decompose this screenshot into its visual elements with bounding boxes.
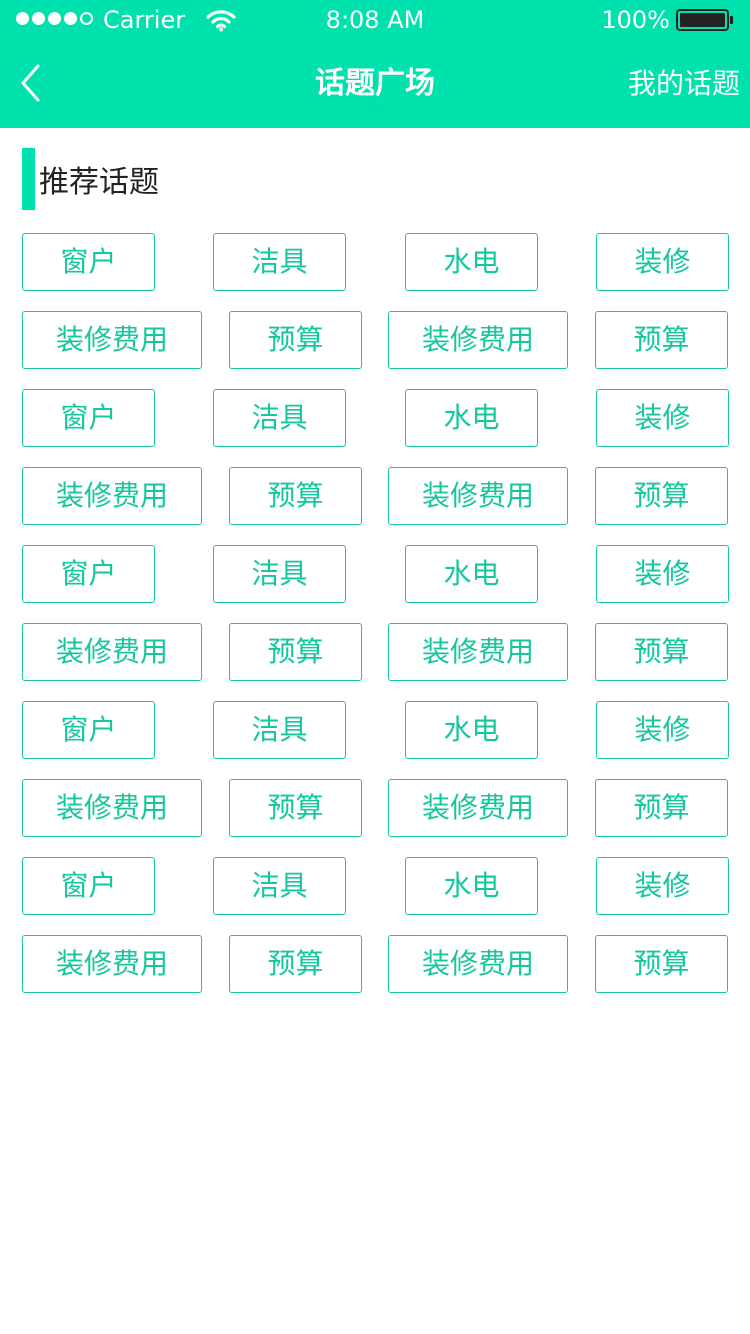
topic-tag[interactable]: 装修费用 bbox=[388, 467, 568, 525]
topic-tag[interactable]: 窗户 bbox=[22, 545, 155, 603]
topic-tag[interactable]: 预算 bbox=[595, 467, 728, 525]
topic-tag[interactable]: 水电 bbox=[405, 233, 538, 291]
section-accent-bar bbox=[22, 148, 35, 210]
topic-tag[interactable]: 装修费用 bbox=[22, 623, 202, 681]
topic-tag[interactable]: 洁具 bbox=[213, 233, 346, 291]
topic-tag[interactable]: 装修费用 bbox=[388, 623, 568, 681]
topic-tag[interactable]: 预算 bbox=[229, 623, 362, 681]
topic-tag[interactable]: 装修费用 bbox=[22, 779, 202, 837]
topic-tag[interactable]: 洁具 bbox=[213, 545, 346, 603]
topic-tag[interactable]: 装修费用 bbox=[22, 311, 202, 369]
topic-tag[interactable]: 装修 bbox=[596, 857, 729, 915]
topic-tag[interactable]: 装修 bbox=[596, 233, 729, 291]
topic-tag[interactable]: 窗户 bbox=[22, 701, 155, 759]
topic-tag[interactable]: 洁具 bbox=[213, 389, 346, 447]
topic-tag[interactable]: 装修费用 bbox=[22, 467, 202, 525]
topic-tag[interactable]: 装修 bbox=[596, 701, 729, 759]
topic-tag[interactable]: 装修费用 bbox=[388, 779, 568, 837]
topic-tag[interactable]: 预算 bbox=[595, 935, 728, 993]
topic-tag[interactable]: 预算 bbox=[229, 935, 362, 993]
topic-tag[interactable]: 装修费用 bbox=[388, 311, 568, 369]
topic-tag[interactable]: 窗户 bbox=[22, 857, 155, 915]
section-heading: 推荐话题 bbox=[22, 148, 159, 210]
topic-tag[interactable]: 水电 bbox=[405, 545, 538, 603]
topic-tag[interactable]: 洁具 bbox=[213, 857, 346, 915]
topic-tag[interactable]: 洁具 bbox=[213, 701, 346, 759]
topic-tag[interactable]: 预算 bbox=[595, 779, 728, 837]
topic-tag[interactable]: 窗户 bbox=[22, 233, 155, 291]
topic-tag[interactable]: 预算 bbox=[229, 311, 362, 369]
topic-tag[interactable]: 预算 bbox=[229, 467, 362, 525]
topic-tag[interactable]: 装修费用 bbox=[22, 935, 202, 993]
topic-tag[interactable]: 预算 bbox=[595, 311, 728, 369]
topic-tag[interactable]: 装修 bbox=[596, 389, 729, 447]
topic-tag[interactable]: 窗户 bbox=[22, 389, 155, 447]
topic-tag[interactable]: 水电 bbox=[405, 857, 538, 915]
header-bar: Carrier 8:08 AM 100% 话题广场 我的话题 bbox=[0, 0, 750, 128]
battery-percent: 100% bbox=[601, 6, 670, 34]
status-bar: Carrier 8:08 AM 100% bbox=[0, 0, 750, 40]
topic-tag[interactable]: 装修 bbox=[596, 545, 729, 603]
battery-icon bbox=[676, 9, 733, 31]
topic-tag[interactable]: 预算 bbox=[229, 779, 362, 837]
topic-tag[interactable]: 水电 bbox=[405, 389, 538, 447]
section-title: 推荐话题 bbox=[39, 165, 159, 200]
topic-tag[interactable]: 装修费用 bbox=[388, 935, 568, 993]
topic-tag[interactable]: 预算 bbox=[595, 623, 728, 681]
my-topics-button[interactable]: 我的话题 bbox=[628, 62, 740, 106]
topic-tag[interactable]: 水电 bbox=[405, 701, 538, 759]
